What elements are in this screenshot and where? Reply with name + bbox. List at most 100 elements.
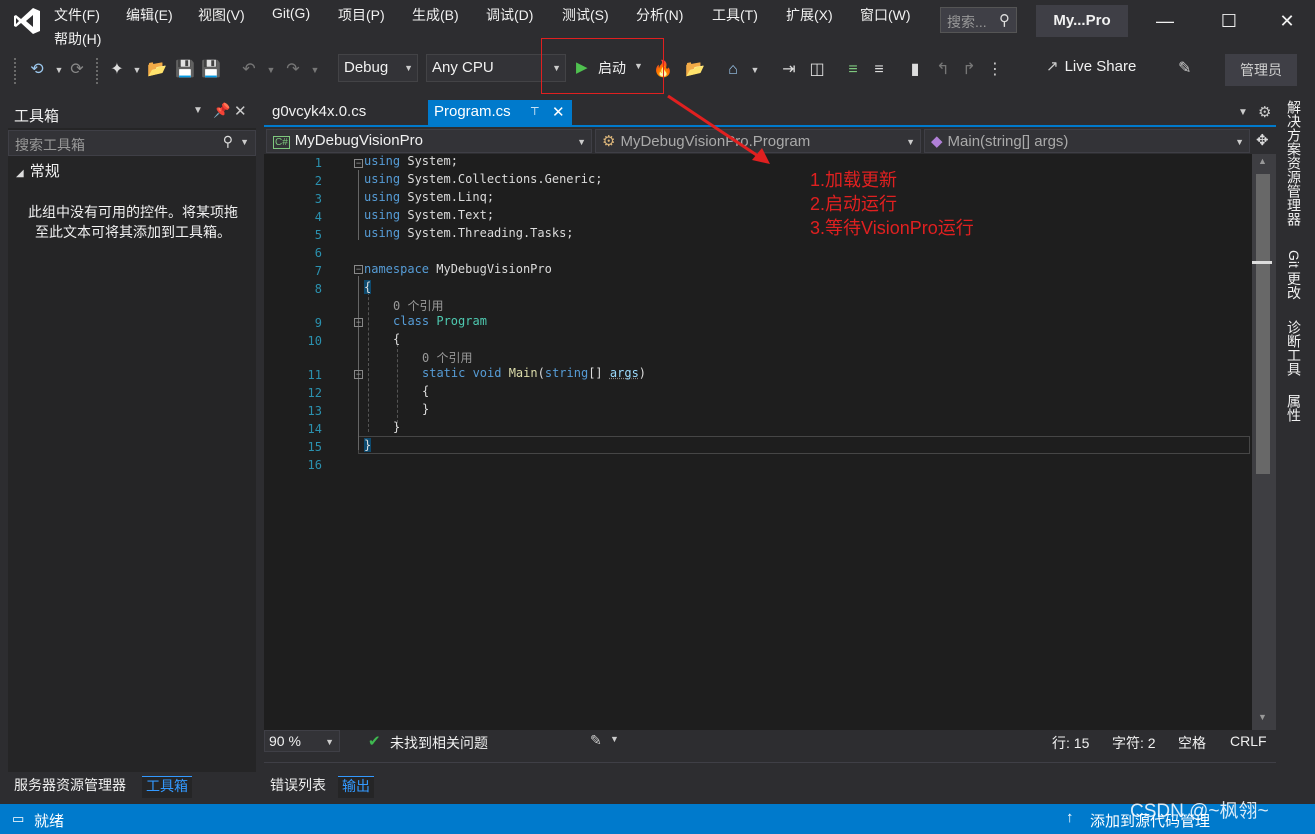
- close-icon[interactable]: ✕: [234, 102, 247, 120]
- chevron-down-icon[interactable]: ▼: [260, 59, 282, 81]
- pin-icon[interactable]: 📌: [213, 102, 230, 119]
- eol-indicator[interactable]: CRLF: [1230, 733, 1267, 749]
- line-number: 9: [314, 316, 322, 330]
- scroll-down-icon[interactable]: ▼: [1258, 712, 1267, 722]
- close-icon[interactable]: ✕: [552, 103, 565, 121]
- line-number: 13: [307, 404, 322, 418]
- zoom-select[interactable]: 90 % ▼: [264, 730, 340, 752]
- pin-icon[interactable]: ⊤: [530, 105, 540, 118]
- dock-tab-git-changes[interactable]: Git 更改: [1284, 250, 1304, 300]
- menu-project[interactable]: 项目(P): [338, 5, 385, 25]
- menu-analyze[interactable]: 分析(N): [636, 5, 683, 25]
- fold-toggle-icon[interactable]: −: [354, 159, 363, 168]
- menu-tools[interactable]: 工具(T): [712, 5, 758, 25]
- line-number: 10: [307, 334, 322, 348]
- menu-help[interactable]: 帮助(H): [54, 29, 101, 49]
- menu-test[interactable]: 测试(S): [562, 5, 609, 25]
- tab-server-explorer[interactable]: 服务器资源管理器: [10, 776, 130, 798]
- nav-project-select[interactable]: C# MyDebugVisionPro ▼: [266, 129, 592, 153]
- feedback-icon[interactable]: ✎: [1178, 58, 1191, 78]
- configuration-value: Debug: [344, 59, 389, 76]
- maximize-icon[interactable]: ☐: [1214, 8, 1244, 34]
- code-line-15: }: [364, 438, 372, 452]
- gear-icon[interactable]: ⚙: [1258, 103, 1271, 121]
- undo-icon[interactable]: ↶: [238, 59, 260, 81]
- codelens-references[interactable]: 0 个引用: [422, 349, 472, 366]
- menu-build[interactable]: 生成(B): [412, 5, 459, 25]
- annotation-step-2: 2.启动运行: [810, 194, 898, 214]
- scroll-up-icon[interactable]: ▲: [1258, 156, 1267, 166]
- menu-git[interactable]: Git(G): [272, 5, 310, 21]
- close-icon[interactable]: ✕: [1272, 8, 1302, 34]
- chevron-down-icon: ▼: [577, 137, 586, 147]
- nav-member-select[interactable]: ◆ Main(string[] args) ▼: [924, 129, 1250, 153]
- uncomment-lines-icon[interactable]: ≡: [868, 59, 890, 81]
- toolbox-group-general[interactable]: ◢ 常规: [16, 160, 60, 181]
- chevron-down-icon[interactable]: ▼: [304, 59, 326, 81]
- browse-folder-icon[interactable]: 📂: [684, 59, 706, 81]
- comment-lines-icon[interactable]: ≡: [842, 59, 864, 81]
- codelens-references[interactable]: 0 个引用: [393, 297, 443, 314]
- redo-icon[interactable]: ↷: [282, 59, 304, 81]
- whitespace-indicator[interactable]: 空格: [1178, 733, 1206, 753]
- chevron-down-icon[interactable]: ▼: [1238, 107, 1248, 118]
- menu-debug[interactable]: 调试(D): [486, 5, 533, 25]
- line-number: 5: [314, 228, 322, 242]
- layout-icon[interactable]: ◫: [806, 59, 828, 81]
- next-bookmark-icon[interactable]: ↱: [958, 59, 980, 81]
- chevron-down-icon[interactable]: ▼: [744, 59, 766, 81]
- configuration-select[interactable]: Debug ▼: [338, 54, 418, 82]
- open-folder-icon[interactable]: 📂: [146, 59, 168, 81]
- dock-tab-diagnostic-tools[interactable]: 诊断工具: [1284, 320, 1304, 376]
- minimize-icon[interactable]: —: [1150, 8, 1180, 34]
- code-line-8: {: [364, 280, 372, 294]
- code-line-11: static void Main(string[] args): [422, 366, 647, 380]
- dock-tab-properties[interactable]: 属性: [1284, 394, 1304, 422]
- status-bar: ▭ 就绪 ↑ 添加到源代码管理: [0, 804, 1315, 834]
- tab-error-list[interactable]: 错误列表: [266, 776, 330, 798]
- search-input[interactable]: 搜索... ⚲: [940, 7, 1017, 33]
- cleanup-brush-icon[interactable]: ✎: [590, 732, 602, 749]
- chevron-down-icon: ▼: [325, 737, 334, 747]
- chevron-down-icon[interactable]: ▼: [610, 734, 619, 744]
- prev-bookmark-icon[interactable]: ↰: [932, 59, 954, 81]
- admin-badge[interactable]: 管理员: [1225, 54, 1297, 86]
- save-icon[interactable]: 💾: [174, 59, 196, 81]
- dock-tab-solution-explorer[interactable]: 解决方案资源管理器: [1284, 100, 1304, 226]
- chevron-down-icon[interactable]: ▼: [193, 105, 203, 116]
- tab-program-cs[interactable]: Program.cs ⊤ ✕: [428, 100, 572, 126]
- code-line-13: }: [422, 402, 430, 416]
- split-editor-icon[interactable]: ✥: [1256, 131, 1269, 149]
- chevron-down-icon[interactable]: ▼: [126, 59, 148, 81]
- status-icon: ▭: [12, 811, 25, 826]
- tab-output[interactable]: 输出: [338, 776, 374, 798]
- scrollbar-thumb[interactable]: [1256, 174, 1270, 474]
- fold-toggle-icon[interactable]: −: [354, 265, 363, 274]
- step-icon[interactable]: ⇥: [778, 59, 800, 81]
- fold-toggle-icon[interactable]: −: [354, 370, 363, 379]
- navigate-back-icon[interactable]: ⟲: [26, 59, 48, 81]
- fold-toggle-icon[interactable]: −: [354, 318, 363, 327]
- toolbar-overflow-icon[interactable]: ⋮: [984, 59, 1006, 81]
- menu-view[interactable]: 视图(V): [198, 5, 245, 25]
- toolbox-search-input[interactable]: 搜索工具箱 ⚲ ▼: [8, 130, 256, 156]
- menu-file[interactable]: 文件(F): [54, 5, 100, 25]
- menu-window[interactable]: 窗口(W): [860, 5, 911, 25]
- line-number: 14: [307, 422, 322, 436]
- menu-extensions[interactable]: 扩展(X): [786, 5, 833, 25]
- toolbar-grip[interactable]: [14, 58, 18, 84]
- tab-g0vcyk4x[interactable]: g0vcyk4x.0.cs: [266, 100, 372, 126]
- bookmark-icon[interactable]: ▮: [904, 59, 926, 81]
- code-line-7: namespace MyDebugVisionPro: [364, 262, 552, 276]
- new-project-icon[interactable]: ✦: [106, 59, 128, 81]
- toolbar-grip[interactable]: [96, 58, 100, 84]
- live-share-button[interactable]: ↗ Live Share: [1046, 57, 1136, 75]
- menu-edit[interactable]: 编辑(E): [126, 5, 173, 25]
- search-icon: ⚲: [999, 12, 1010, 29]
- issues-status[interactable]: 未找到相关问题: [390, 733, 488, 753]
- save-all-icon[interactable]: 💾: [200, 59, 222, 81]
- csharp-project-icon: C#: [273, 136, 290, 149]
- navigate-forward-icon[interactable]: ⟳: [66, 59, 88, 81]
- home-icon[interactable]: ⌂: [722, 59, 744, 81]
- tab-toolbox[interactable]: 工具箱: [142, 776, 192, 798]
